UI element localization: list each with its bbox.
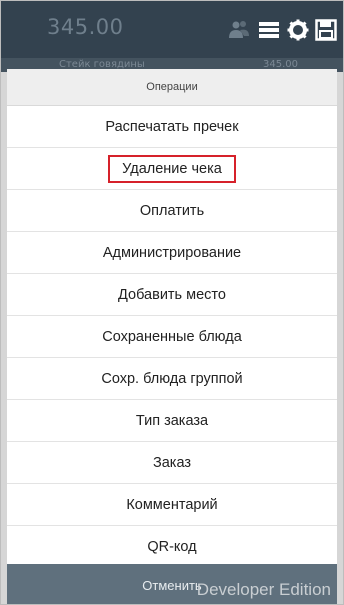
order-total: 345.00: [47, 15, 124, 39]
menu-item-comment[interactable]: Комментарий: [7, 484, 337, 526]
top-bar: 345.00: [1, 1, 343, 58]
menu-item-label: Сохраненные блюда: [102, 328, 242, 345]
menu-item-label: Сохр. блюда группой: [101, 370, 243, 387]
menu-item-saved-dishes[interactable]: Сохраненные блюда: [7, 316, 337, 358]
menu-item-add-seat[interactable]: Добавить место: [7, 274, 337, 316]
menu-item-print-precheck[interactable]: Распечатать пречек: [7, 106, 337, 148]
app-frame: 345.00 Стейк говядины 345.00 Операции Ра…: [0, 0, 344, 605]
menu-item-label: Заказ: [152, 454, 192, 471]
menu-title: Операции: [7, 69, 337, 106]
menu-item-administration[interactable]: Администрирование: [7, 232, 337, 274]
save-icon[interactable]: [315, 19, 337, 41]
menu-item-label: Администрирование: [102, 244, 242, 261]
menu-item-label: Добавить место: [118, 286, 226, 303]
developer-edition-watermark: Developer Edition: [196, 580, 331, 599]
menu-item-label: Оплатить: [139, 202, 205, 219]
menu-item-order-type[interactable]: Тип заказа: [7, 400, 337, 442]
users-icon[interactable]: [228, 19, 250, 41]
gear-icon[interactable]: [287, 19, 309, 41]
menu-item-pay[interactable]: Оплатить: [7, 190, 337, 232]
menu-item-saved-dishes-group[interactable]: Сохр. блюда группой: [7, 358, 337, 400]
cancel-button-label: Отменить: [142, 577, 202, 593]
menu-item-qr-code[interactable]: QR-код: [7, 526, 337, 568]
menu-item-delete-check[interactable]: Удаление чека: [7, 148, 337, 190]
menu-item-order[interactable]: Заказ: [7, 442, 337, 484]
menu-item-label: Тип заказа: [135, 412, 209, 429]
menu-item-label: Удаление чека: [108, 154, 236, 183]
menu-item-label: QR-код: [147, 538, 197, 555]
menu-item-label: Распечатать пречек: [105, 118, 239, 135]
operations-menu: Операции Распечатать пречек Удаление чек…: [7, 69, 337, 604]
menu-lines-icon[interactable]: [258, 19, 280, 41]
menu-item-label: Комментарий: [126, 496, 218, 513]
